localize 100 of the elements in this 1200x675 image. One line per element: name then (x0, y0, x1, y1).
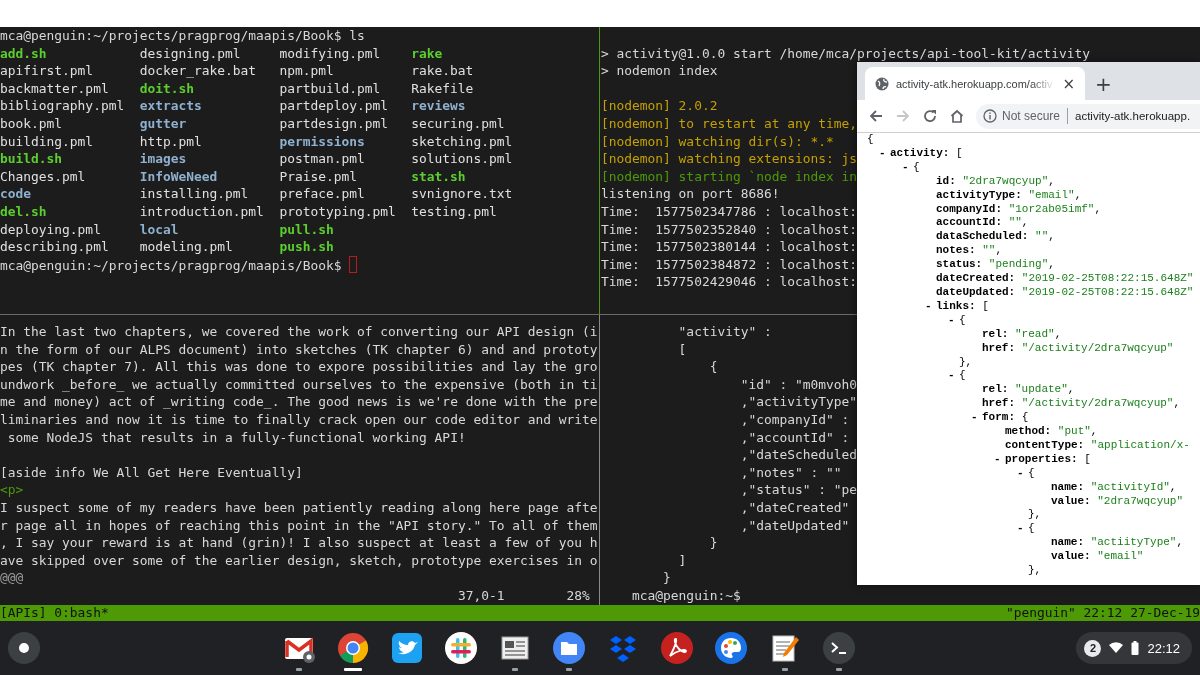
terminal-line: mca@penguin:~$ (631, 586, 741, 605)
security-label: Not secure (1002, 109, 1061, 123)
collapse-toggle[interactable]: - (1017, 522, 1028, 537)
json-line: rel: "read", (982, 327, 1062, 340)
file-name: partdeploy.pml (279, 97, 390, 115)
status-tray[interactable]: 2 22:12 (1076, 632, 1192, 664)
bird-icon[interactable] (390, 630, 425, 665)
file-name: deploying.pml (0, 220, 102, 239)
json-line: method: "put", (1005, 425, 1098, 438)
file-name: designing.pml (139, 44, 242, 63)
collapse-toggle[interactable]: - (994, 452, 1005, 467)
json-line: status: "pending", (936, 258, 1055, 271)
terminal-line: ,"status" : "pe (739, 481, 858, 499)
back-icon[interactable] (868, 108, 884, 124)
tab-close-button[interactable]: × (1062, 74, 1075, 93)
folder-icon[interactable] (552, 630, 587, 665)
text-line: @@@ (0, 569, 24, 587)
terminal-line: "id" : "m0mvoh0 (739, 375, 858, 394)
file-name: book.pml (0, 114, 64, 133)
file-name: http.pml (139, 132, 203, 151)
terminal-line: } (708, 534, 718, 552)
file-name: del.sh (0, 202, 48, 221)
reload-icon[interactable] (922, 108, 938, 124)
file-name: doit.sh (139, 79, 195, 98)
json-line: { (867, 133, 874, 145)
json-line: id: "2dra7wqcyup", (936, 174, 1055, 187)
json-line: dateCreated: "2019-02-25T08:22:15.648Z" (936, 272, 1194, 285)
text-line: pes (TK chapter 7). All this was done to expore possibilities and lay the gro (0, 358, 598, 376)
text-line: r page all in hopes of reaching this point in the "API story." To all of them (0, 516, 598, 535)
terminal-line: ,"dateUpdated" (739, 516, 850, 535)
text-line: I suspect some of my readers have been patiently reading along here page afte (0, 498, 598, 517)
terminal-line: ,"dateCreated" (739, 498, 850, 517)
terminal-line: Time: 1577502429046 : localhost: (601, 273, 858, 291)
json-line: name: "actiityType", (1051, 536, 1184, 549)
terminal-line: Time: 1577502380144 : localhost: (601, 238, 858, 256)
home-icon[interactable] (949, 108, 965, 124)
json-line: dataScheduled: "", (936, 230, 1055, 243)
text-line: [aside info We All Get Here Eventually] (0, 463, 303, 482)
file-name: sketching.pml (411, 132, 514, 151)
terminal-line: [ (677, 340, 687, 359)
json-line: form: { (982, 411, 1029, 424)
file-name: add.sh (0, 44, 48, 63)
swirl-icon[interactable] (660, 630, 695, 665)
file-name: partbuild.pml (279, 79, 382, 98)
json-line: rel: "update", (982, 383, 1075, 396)
clock: 22:12 (1147, 640, 1180, 656)
text-line: undwork _before_ we actually committed ourselves to the expensive (both in ti (0, 375, 598, 394)
file-name: apifirst.pml (0, 62, 95, 80)
terminal-line: mca@penguin:~/projects/pragprog/maapis/Book$ ls (0, 27, 365, 45)
terminal-line: [nodemon] watching extensions: js (601, 150, 858, 168)
scroll-percent: 28% (566, 587, 590, 605)
collapse-toggle[interactable]: - (1017, 466, 1028, 481)
text-line: some NodeJS that results in a fully-functional working API! (6, 428, 466, 447)
file-name: securing.pml (411, 114, 506, 133)
json-line: href: "/activity/2dra7wqcyup" (982, 341, 1174, 354)
collapse-toggle[interactable]: - (902, 160, 913, 175)
file-name: rake (411, 44, 444, 63)
palette-icon[interactable] (714, 630, 749, 665)
json-line: activity: [ (890, 146, 963, 159)
terminal-line: Time: 1577502352840 : localhost: (601, 220, 858, 239)
collapse-toggle[interactable]: - (948, 369, 959, 384)
file-name: postman.pml (279, 150, 366, 168)
file-name: docker_rake.bat (139, 62, 258, 80)
json-line: { (1028, 466, 1035, 479)
file-name: modeling.pml (139, 238, 234, 256)
collapse-toggle[interactable]: - (948, 313, 959, 328)
terminal-line: [nodemon] starting `node index in (601, 167, 858, 186)
file-name: preface.pml (279, 185, 366, 203)
terminal-icon[interactable] (822, 630, 857, 665)
new-tab-button[interactable]: + (1095, 73, 1112, 95)
address-bar[interactable]: Not secure activity-atk.herokuapp. (976, 103, 1200, 129)
file-name: reviews (411, 97, 467, 115)
text-line: ave skipped over some of the earlier design, sketch, prototype exercises in o (0, 551, 598, 570)
json-line: accountId: "", (936, 216, 1029, 229)
hash-icon[interactable] (444, 630, 479, 665)
json-line: { (913, 160, 920, 173)
json-line: { (1028, 522, 1035, 535)
text-line: liminaries and now it is time to finally crack open our code editor and write (0, 410, 598, 429)
wifi-icon (1109, 642, 1124, 654)
file-name: gutter (139, 114, 188, 133)
terminal-line: } (662, 569, 671, 587)
json-line: href: "/activity/2dra7wqcyup", (982, 397, 1181, 410)
collapse-toggle[interactable]: - (971, 411, 982, 426)
terminal-line: > activity@1.0.0 start /home/mca/projects/api-tool-kit/activity (601, 44, 1090, 63)
browser-icon[interactable] (336, 630, 371, 665)
terminal-line: Time: 1577502347786 : localhost: (601, 202, 858, 221)
cursor-position: 37,0-1 (457, 587, 506, 605)
collapse-toggle[interactable]: - (879, 146, 890, 161)
file-name: svnignore.txt (411, 185, 514, 203)
terminal-line: ,"dateScheduled (739, 446, 858, 464)
text-line: In the last two chapters, we covered the work of converting our API design (i (0, 323, 598, 341)
battery-icon (1131, 641, 1140, 655)
json-line: properties: [ (1005, 452, 1091, 465)
notification-count: 2 (1084, 639, 1102, 657)
launcher-button[interactable] (8, 632, 40, 664)
file-name: Rakefile (411, 79, 475, 98)
file-name: npm.pml (279, 62, 335, 80)
file-name: images (139, 150, 188, 168)
session-status: [APIs] 0:bash* (0, 605, 109, 621)
collapse-toggle[interactable]: - (925, 299, 936, 314)
